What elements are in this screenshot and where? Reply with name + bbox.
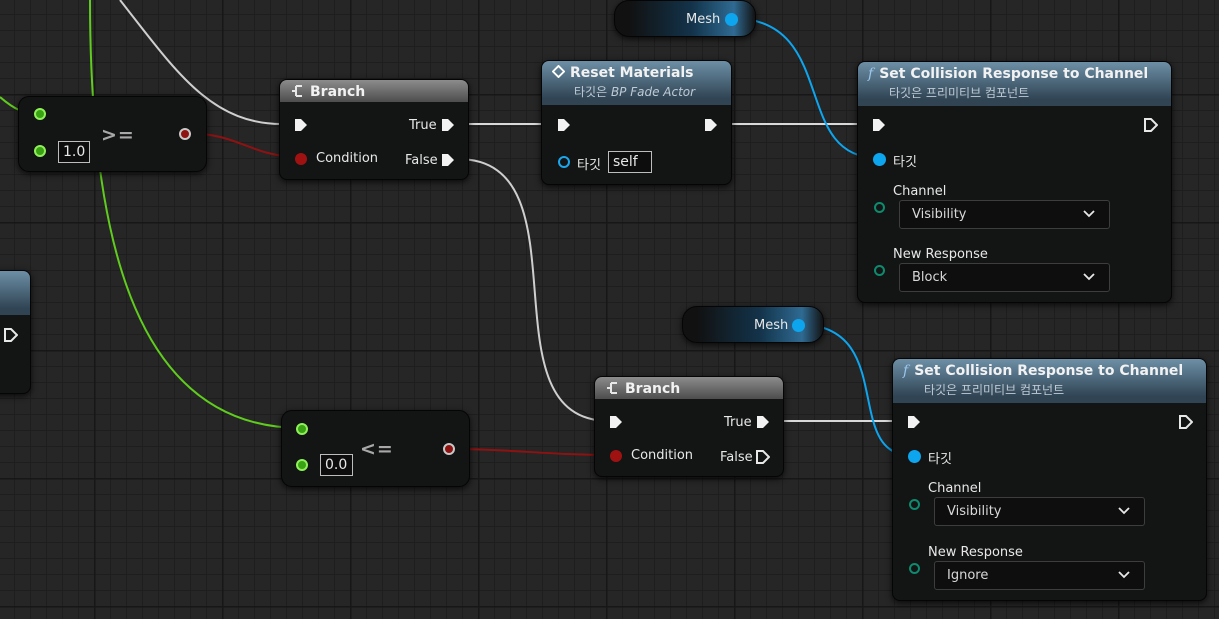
exec-output-pin-icon[interactable] xyxy=(1179,415,1193,429)
float-input-b-pin[interactable] xyxy=(296,459,308,471)
function-icon: f xyxy=(903,363,909,379)
bool-wire xyxy=(447,448,617,456)
target-label: 타깃 xyxy=(928,452,952,467)
object-wire xyxy=(730,17,879,159)
channel-value: Visibility xyxy=(912,207,967,222)
exec-false-pin-icon[interactable] xyxy=(441,153,455,167)
exec-input-pin-icon[interactable] xyxy=(557,118,571,132)
response-pin[interactable] xyxy=(874,265,885,276)
set-collision-header: f Set Collision Response to Channel 타깃은 프… xyxy=(858,62,1171,106)
input-b-value-field[interactable]: 0.0 xyxy=(320,454,353,476)
condition-label: Condition xyxy=(316,151,379,166)
target-value-field[interactable]: self xyxy=(608,151,652,173)
bool-output-pin[interactable] xyxy=(443,443,455,455)
set-collision-title: Set Collision Response to Channel xyxy=(914,363,1184,379)
set-collision-title: Set Collision Response to Channel xyxy=(879,66,1149,82)
branch-title: Branch xyxy=(625,381,681,397)
event-diamond-icon xyxy=(551,64,566,79)
chevron-down-icon xyxy=(1083,210,1095,218)
mesh-variable-node-bottom[interactable]: Mesh xyxy=(682,306,824,343)
float-wire xyxy=(89,0,302,429)
condition-label: Condition xyxy=(631,448,694,463)
false-label: False xyxy=(405,153,438,168)
true-label: True xyxy=(409,118,437,133)
float-input-b-pin[interactable] xyxy=(34,145,46,157)
channel-dropdown[interactable]: Visibility xyxy=(899,200,1110,229)
response-dropdown[interactable]: Block xyxy=(899,263,1110,292)
bool-output-pin[interactable] xyxy=(179,128,191,140)
mesh-label: Mesh xyxy=(754,318,789,333)
channel-label: Channel xyxy=(893,184,947,199)
branch-header: Branch xyxy=(280,80,468,102)
exec-wire xyxy=(457,158,610,422)
set-collision-header: f Set Collision Response to Channel 타깃은 프… xyxy=(893,359,1206,403)
response-pin[interactable] xyxy=(909,563,920,574)
set-collision-node-top[interactable]: f Set Collision Response to Channel 타깃은 프… xyxy=(857,61,1172,303)
branch-icon xyxy=(607,382,617,394)
channel-dropdown[interactable]: Visibility xyxy=(934,497,1145,526)
offscreen-node-header xyxy=(0,271,30,315)
mesh-label: Mesh xyxy=(686,12,721,27)
exec-output-pin-icon[interactable] xyxy=(4,328,18,342)
branch-node-bottom[interactable]: Branch True Condition False xyxy=(594,376,784,477)
exec-output-pin-icon[interactable] xyxy=(704,118,718,132)
exec-input-pin-icon[interactable] xyxy=(609,415,623,429)
channel-label: Channel xyxy=(928,481,982,496)
response-value: Block xyxy=(912,270,948,285)
target-label: 타깃 xyxy=(577,158,601,173)
chevron-down-icon xyxy=(1083,273,1095,281)
true-label: True xyxy=(724,415,752,430)
response-dropdown[interactable]: Ignore xyxy=(934,561,1145,590)
branch-header: Branch xyxy=(595,377,783,399)
float-input-a-pin[interactable] xyxy=(296,423,308,435)
mesh-output-pin[interactable] xyxy=(792,319,805,332)
offscreen-node[interactable] xyxy=(0,270,31,394)
set-collision-node-bottom[interactable]: f Set Collision Response to Channel 타깃은 프… xyxy=(892,358,1207,601)
reset-materials-header: Reset Materials 타깃은 BP Fade Actor xyxy=(542,61,731,105)
reset-materials-node[interactable]: Reset Materials 타깃은 BP Fade Actor 타깃 sel… xyxy=(541,60,732,185)
false-label: False xyxy=(720,450,753,465)
target-pin[interactable] xyxy=(558,156,570,168)
response-label: New Response xyxy=(893,247,988,262)
set-collision-subtitle: 타깃은 프리미티브 컴포넌트 xyxy=(924,383,1065,397)
exec-false-pin-icon[interactable] xyxy=(756,450,770,464)
branch-node-top[interactable]: Branch True Condition False xyxy=(279,79,469,180)
exec-input-pin-icon[interactable] xyxy=(907,415,921,429)
target-pin[interactable] xyxy=(908,450,921,463)
function-icon: f xyxy=(868,66,874,82)
compare-ge-node[interactable]: 1.0 >= xyxy=(18,96,207,172)
input-b-value-field[interactable]: 1.0 xyxy=(58,141,90,163)
exec-input-pin-icon[interactable] xyxy=(294,118,308,132)
operator-label: >= xyxy=(101,124,135,146)
mesh-variable-node-top[interactable]: Mesh xyxy=(614,0,756,37)
compare-le-node[interactable]: 0.0 <= xyxy=(281,410,470,487)
reset-materials-subtitle: 타깃은 BP Fade Actor xyxy=(574,85,696,99)
float-input-a-pin[interactable] xyxy=(34,108,46,120)
response-value: Ignore xyxy=(947,568,989,583)
chevron-down-icon xyxy=(1118,571,1130,579)
reset-materials-title: Reset Materials xyxy=(570,65,694,81)
mesh-output-pin[interactable] xyxy=(725,13,738,26)
channel-pin[interactable] xyxy=(909,499,920,510)
branch-icon xyxy=(292,85,302,97)
branch-title: Branch xyxy=(310,84,366,100)
condition-pin[interactable] xyxy=(295,153,307,165)
set-collision-subtitle: 타깃은 프리미티브 컴포넌트 xyxy=(889,86,1030,100)
exec-input-pin-icon[interactable] xyxy=(872,118,886,132)
target-label: 타깃 xyxy=(893,155,917,170)
response-label: New Response xyxy=(928,545,1023,560)
channel-pin[interactable] xyxy=(874,202,885,213)
exec-output-pin-icon[interactable] xyxy=(1144,118,1158,132)
operator-label: <= xyxy=(360,438,394,460)
target-pin[interactable] xyxy=(873,153,886,166)
chevron-down-icon xyxy=(1118,507,1130,515)
condition-pin[interactable] xyxy=(610,450,622,462)
channel-value: Visibility xyxy=(947,504,1002,519)
exec-true-pin-icon[interactable] xyxy=(441,118,455,132)
exec-true-pin-icon[interactable] xyxy=(756,415,770,429)
